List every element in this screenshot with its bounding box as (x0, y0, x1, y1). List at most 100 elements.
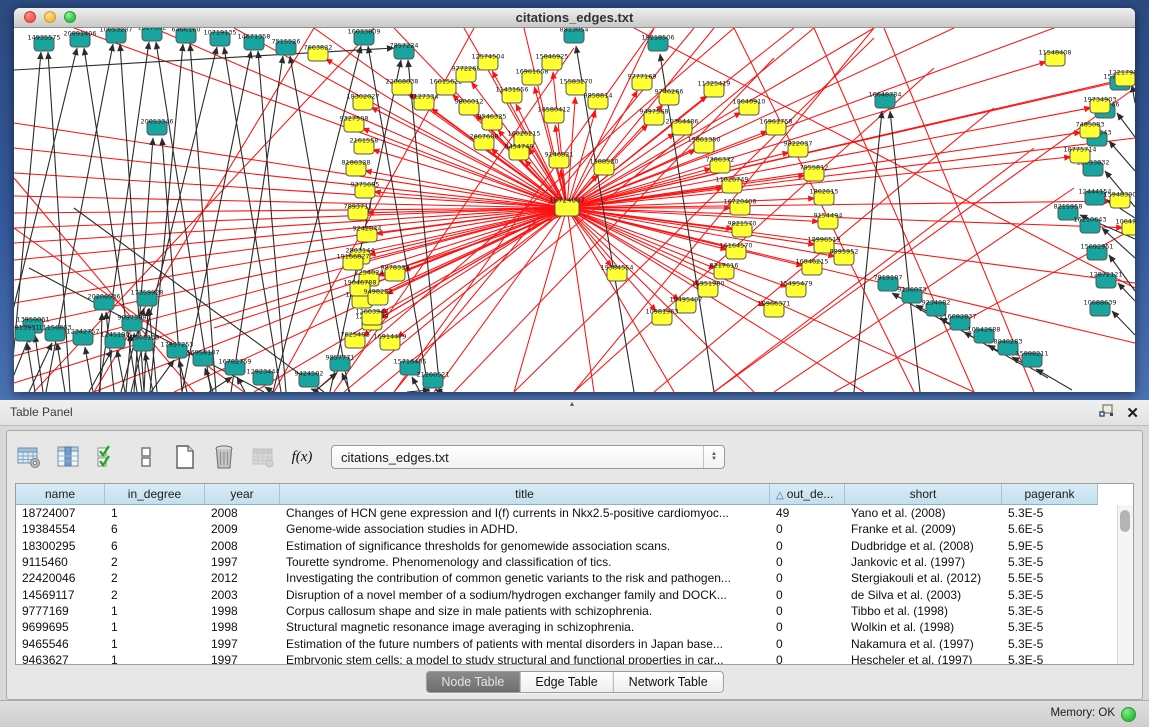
citation-edge-red[interactable] (369, 208, 567, 255)
citation-edge-red[interactable] (567, 208, 1135, 283)
graph-node-label: 10653287 (99, 28, 132, 34)
table-row[interactable]: 946554611997Estimation of the future num… (16, 635, 1118, 651)
citation-edge-red[interactable] (514, 208, 567, 392)
import-table-button[interactable] (249, 443, 277, 471)
column-header-in-degree[interactable]: in_degree (105, 484, 205, 505)
tab-network-table[interactable]: Network Table (614, 672, 723, 692)
citation-edge-red[interactable] (362, 208, 567, 261)
table-cell: 0 (770, 653, 845, 664)
citation-edge-black[interactable] (205, 368, 213, 392)
citation-edge-red[interactable] (567, 208, 674, 392)
column-header-out-de[interactable]: △out_de... (770, 484, 845, 505)
graph-node-label: 7663822 (304, 44, 333, 52)
network-graph-canvas[interactable]: 1493557520891406106532871527602646616010… (14, 28, 1135, 392)
delete-table-button[interactable] (210, 443, 238, 471)
table-row[interactable]: 1830029562008Estimation of significance … (16, 538, 1118, 554)
column-header-pagerank[interactable]: pagerank (1002, 484, 1098, 505)
citation-edge-black[interactable] (117, 350, 125, 392)
citation-network-graph[interactable]: 1493557520891406106532871527602646616010… (14, 28, 1135, 392)
graph-node-label: 8878334 (381, 264, 410, 272)
minimize-window-button[interactable] (44, 11, 56, 23)
citation-edge-red[interactable] (714, 148, 1034, 392)
table-cell: 9115460 (16, 555, 105, 569)
function-builder-button[interactable]: f(x) (288, 443, 316, 471)
zoom-window-button[interactable] (64, 11, 76, 23)
citation-edge-red[interactable] (814, 28, 974, 392)
column-header-title[interactable]: title (280, 484, 770, 505)
table-cell: 0 (770, 539, 845, 553)
citation-edge-black[interactable] (412, 377, 420, 392)
citation-edge-red[interactable] (14, 208, 567, 303)
graph-node-label: 9424502 (295, 370, 324, 378)
citation-edge-black[interactable] (1036, 369, 1072, 390)
table-cell: Embryonic stem cells: a model to study s… (280, 653, 770, 664)
graph-node-label: 9821570 (728, 220, 757, 228)
graph-node-label: 15716485 (393, 358, 426, 366)
column-header-short[interactable]: short (845, 484, 1002, 505)
table-cell: Corpus callosum shape and size in male p… (280, 604, 770, 618)
table-body: 1872400712008Changes of HCN gene express… (16, 505, 1118, 664)
select-all-button[interactable] (93, 443, 121, 471)
table-row[interactable]: 946362711997Embryonic stem cells: a mode… (16, 652, 1118, 664)
table-row[interactable]: 977716911998Corpus callosum shape and si… (16, 603, 1118, 619)
vertical-scrollbar[interactable] (1117, 505, 1133, 664)
citation-edge-black[interactable] (1118, 283, 1135, 301)
close-window-button[interactable] (24, 11, 36, 23)
column-header-name[interactable]: name (16, 484, 105, 505)
citation-edge-red[interactable] (14, 196, 567, 208)
table-cell: 2008 (205, 506, 280, 520)
citation-edge-black[interactable] (435, 390, 443, 392)
table-row[interactable]: 1456911722003Disruption of a novel membe… (16, 586, 1118, 602)
citation-edge-black[interactable] (290, 56, 349, 392)
graph-node-label: 19218506 (641, 34, 674, 42)
graph-node-label: 9498222 (364, 288, 393, 296)
table-row[interactable]: 1872400712008Changes of HCN gene express… (16, 505, 1118, 521)
citation-edge-black[interactable] (85, 347, 93, 392)
table-selector-dropdown[interactable]: citations_edges.txt ▲▼ (331, 445, 725, 469)
splitter-handle-icon[interactable]: ▴ (570, 399, 574, 408)
table-row[interactable]: 969969511998Structural magnetic resonanc… (16, 619, 1118, 635)
graph-node-label: 18495497 (669, 296, 702, 304)
citation-edge-black[interactable] (1109, 141, 1135, 171)
citation-edge-red[interactable] (567, 208, 594, 392)
table-cell: 5.3E-5 (1002, 653, 1098, 664)
citation-edge-red[interactable] (386, 208, 567, 294)
citation-edge-red[interactable] (567, 208, 754, 392)
tab-node-table[interactable]: Node Table (426, 672, 520, 692)
table-cell: 0 (770, 588, 845, 602)
show-column-button[interactable] (54, 443, 82, 471)
graph-node-label: 11325419 (697, 80, 730, 88)
graph-node-label: 8040283 (994, 338, 1023, 346)
scrollbar-thumb[interactable] (1120, 510, 1130, 532)
memory-ok-indicator (1121, 707, 1136, 722)
citation-edge-black[interactable] (1117, 113, 1135, 137)
graph-node-label: 9097588 (118, 314, 147, 322)
citation-edge-black[interactable] (231, 56, 283, 392)
citation-edge-black[interactable] (265, 387, 273, 392)
table-cell: 9699695 (16, 620, 105, 634)
network-window-titlebar[interactable]: citations_edges.txt (14, 8, 1135, 28)
citation-edge-black[interactable] (14, 48, 394, 70)
table-cell: 1997 (205, 653, 280, 664)
column-header-year[interactable]: year (205, 484, 280, 505)
graph-node-label: 7955812 (800, 164, 829, 172)
float-panel-icon[interactable] (1099, 404, 1114, 423)
table-row[interactable]: 1938455462009Genome-wide association stu… (16, 521, 1118, 537)
graph-node-label: 9777169 (628, 73, 657, 81)
citation-edge-red[interactable] (567, 81, 1116, 208)
citation-edge-black[interactable] (209, 377, 232, 392)
table-row[interactable]: 911546021997Tourette syndrome. Phenomeno… (16, 554, 1118, 570)
table-row[interactable]: 2242004622012Investigating the contribut… (16, 570, 1118, 586)
tab-edge-table[interactable]: Edge Table (520, 672, 613, 692)
close-panel-icon[interactable]: ✕ (1126, 406, 1139, 422)
unselect-all-button[interactable] (132, 443, 160, 471)
new-table-button[interactable] (171, 443, 199, 471)
citation-edge-black[interactable] (224, 47, 281, 392)
graph-node-label: 6466160 (172, 28, 201, 34)
table-cell: 1998 (205, 620, 280, 634)
citation-edge-red[interactable] (734, 28, 914, 392)
table-cell: 22420046 (16, 571, 105, 585)
graph-node-label: 15948390 (1103, 191, 1135, 199)
modify-table-button[interactable] (15, 443, 43, 471)
citation-edge-black[interactable] (1112, 311, 1135, 335)
